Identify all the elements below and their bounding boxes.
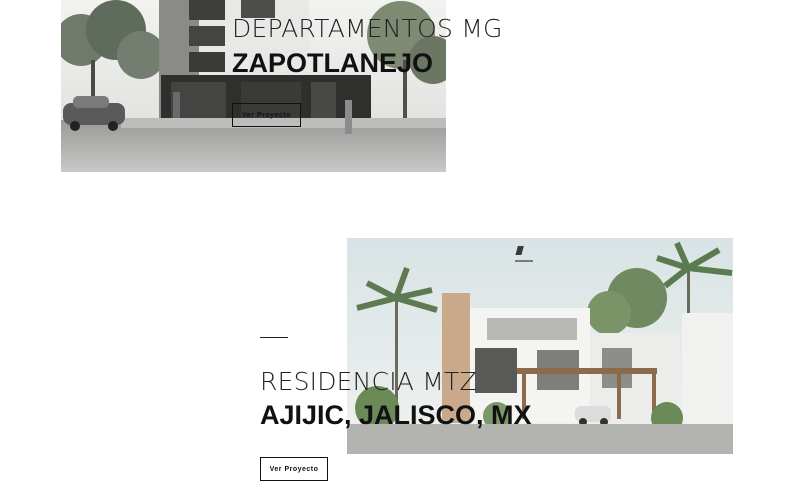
project-location: AJIJIC, JALISCO, MX (260, 400, 532, 430)
view-project-button[interactable]: Ver Proyecto (232, 103, 301, 127)
project-title: DEPARTAMENTOS MG (232, 14, 503, 43)
section-divider (260, 337, 288, 338)
project-title: RESIDENCIA MTZ (260, 367, 477, 396)
project-location: ZAPOTLANEJO (232, 48, 434, 78)
view-project-button[interactable]: Ver Proyecto (260, 457, 328, 481)
